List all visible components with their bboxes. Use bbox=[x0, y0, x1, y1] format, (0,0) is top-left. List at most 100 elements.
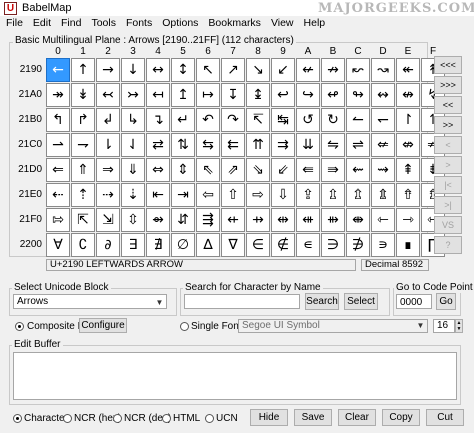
character-cell[interactable]: ∅ bbox=[171, 233, 195, 257]
ncr-dec-radio[interactable] bbox=[113, 414, 122, 423]
menu-tools[interactable]: Tools bbox=[86, 16, 121, 30]
home-button[interactable]: |< bbox=[434, 176, 462, 194]
character-cell[interactable]: ⇚ bbox=[296, 158, 320, 182]
character-cell[interactable]: ⇮ bbox=[396, 183, 420, 207]
chevron-down-icon[interactable]: ▼ bbox=[153, 295, 166, 310]
character-cell[interactable]: ↥ bbox=[171, 83, 195, 107]
character-cell[interactable]: ↖ bbox=[196, 58, 220, 82]
character-cell[interactable]: ⇵ bbox=[171, 208, 195, 232]
character-cell[interactable]: ⇈ bbox=[246, 133, 270, 157]
character-cell[interactable]: ∃ bbox=[121, 233, 145, 257]
character-cell[interactable]: ⇔ bbox=[146, 158, 170, 182]
next-button[interactable]: > bbox=[434, 156, 462, 174]
character-cell[interactable]: ∇ bbox=[221, 233, 245, 257]
next-block-button[interactable]: >> bbox=[434, 116, 462, 134]
previous-button[interactable]: < bbox=[434, 136, 462, 154]
character-cell[interactable]: ⇍ bbox=[371, 133, 395, 157]
composite-font-radio[interactable] bbox=[15, 322, 24, 331]
character-cell[interactable]: ⇫ bbox=[321, 183, 345, 207]
menu-fonts[interactable]: Fonts bbox=[121, 16, 157, 30]
character-cell[interactable]: ↰ bbox=[46, 108, 70, 132]
character-cell[interactable]: ↗ bbox=[221, 58, 245, 82]
character-cell[interactable]: ⇤ bbox=[146, 183, 170, 207]
character-cell[interactable]: ↨ bbox=[246, 83, 270, 107]
character-cell[interactable]: ↴ bbox=[146, 108, 170, 132]
search-input[interactable] bbox=[184, 294, 300, 309]
character-cell[interactable]: ⇽ bbox=[371, 208, 395, 232]
menu-edit[interactable]: Edit bbox=[28, 16, 56, 30]
character-cell[interactable]: ⇦ bbox=[196, 183, 220, 207]
character-cell[interactable]: ↾ bbox=[396, 108, 420, 132]
character-cell[interactable]: ⇶ bbox=[196, 208, 220, 232]
character-cell[interactable]: ⇼ bbox=[346, 208, 370, 232]
character-cell[interactable]: ↭ bbox=[371, 83, 395, 107]
character-cell[interactable]: ← bbox=[46, 58, 70, 82]
character-cell[interactable]: ⇡ bbox=[71, 183, 95, 207]
character-cell[interactable]: ∄ bbox=[146, 233, 170, 257]
ncr-hex-radio[interactable] bbox=[63, 414, 72, 423]
character-cell[interactable]: ⇓ bbox=[121, 158, 145, 182]
character-cell[interactable]: ↫ bbox=[321, 83, 345, 107]
character-cell[interactable]: ↹ bbox=[271, 108, 295, 132]
html-radio[interactable] bbox=[162, 414, 171, 423]
character-cell[interactable]: ⇘ bbox=[246, 158, 270, 182]
character-cell[interactable]: ⇋ bbox=[321, 133, 345, 157]
hide-button[interactable]: Hide bbox=[250, 409, 288, 426]
character-cell[interactable]: ↼ bbox=[346, 108, 370, 132]
single-font-radio[interactable] bbox=[180, 322, 189, 331]
character-cell[interactable]: ∎ bbox=[396, 233, 420, 257]
character-cell[interactable]: ⇬ bbox=[346, 183, 370, 207]
cut-button[interactable]: Cut bbox=[426, 409, 464, 426]
code-point-input[interactable]: 0000 bbox=[396, 294, 432, 309]
character-cell[interactable]: ↩ bbox=[271, 83, 295, 107]
character-cell[interactable]: → bbox=[96, 58, 120, 82]
character-cell[interactable]: ↧ bbox=[221, 83, 245, 107]
character-cell[interactable]: ↲ bbox=[96, 108, 120, 132]
go-button[interactable]: Go bbox=[436, 293, 456, 310]
character-cell[interactable]: ↻ bbox=[321, 108, 345, 132]
character-cell[interactable]: ↬ bbox=[346, 83, 370, 107]
font-size-input[interactable]: 16 bbox=[433, 319, 455, 333]
chevron-down-icon[interactable]: ▼ bbox=[414, 320, 427, 332]
character-cell[interactable]: ⇁ bbox=[71, 133, 95, 157]
character-cell[interactable]: ⇥ bbox=[171, 183, 195, 207]
character-cell[interactable]: ∋ bbox=[321, 233, 345, 257]
character-cell[interactable]: ⇰ bbox=[46, 208, 70, 232]
character-cell[interactable]: ⇃ bbox=[121, 133, 145, 157]
character-cell[interactable]: ⇺ bbox=[296, 208, 320, 232]
character-cell[interactable]: ⇇ bbox=[221, 133, 245, 157]
character-cell[interactable]: ⇄ bbox=[146, 133, 170, 157]
character-cell[interactable]: ↜ bbox=[346, 58, 370, 82]
font-size-spinner[interactable]: ▲ ▼ bbox=[455, 319, 463, 333]
character-cell[interactable]: ⇊ bbox=[296, 133, 320, 157]
character-cell[interactable]: ∍ bbox=[371, 233, 395, 257]
character-cell[interactable]: ↮ bbox=[396, 83, 420, 107]
unicode-block-select[interactable]: Arrows ▼ bbox=[13, 294, 167, 309]
character-cell[interactable]: ↡ bbox=[71, 83, 95, 107]
character-cell[interactable]: ↶ bbox=[196, 108, 220, 132]
character-cell[interactable]: ↠ bbox=[46, 83, 70, 107]
character-cell[interactable]: ↝ bbox=[371, 58, 395, 82]
character-cell[interactable]: ↑ bbox=[71, 58, 95, 82]
character-cell[interactable]: ↢ bbox=[96, 83, 120, 107]
menu-options[interactable]: Options bbox=[157, 16, 203, 30]
character-cell[interactable]: ↱ bbox=[71, 108, 95, 132]
character-cell[interactable]: ⇌ bbox=[346, 133, 370, 157]
character-cell[interactable]: ↺ bbox=[296, 108, 320, 132]
character-cell[interactable]: ⇾ bbox=[396, 208, 420, 232]
character-cell[interactable]: ⇜ bbox=[346, 158, 370, 182]
copy-button[interactable]: Copy bbox=[382, 409, 420, 426]
select-button[interactable]: Select bbox=[344, 293, 378, 310]
character-cell[interactable]: ↚ bbox=[296, 58, 320, 82]
search-button[interactable]: Search bbox=[305, 293, 339, 310]
character-cell[interactable]: ⇞ bbox=[396, 158, 420, 182]
variation-selector-button[interactable]: VS bbox=[434, 216, 462, 234]
character-cell[interactable]: ⇣ bbox=[121, 183, 145, 207]
character-cell[interactable]: ∌ bbox=[346, 233, 370, 257]
first-page-button[interactable]: <<< bbox=[434, 56, 462, 74]
character-cell[interactable]: ↛ bbox=[321, 58, 345, 82]
character-cell[interactable]: ↦ bbox=[196, 83, 220, 107]
character-cell[interactable]: ⇻ bbox=[321, 208, 345, 232]
character-cell[interactable]: ↷ bbox=[221, 108, 245, 132]
character-cell[interactable]: ↵ bbox=[171, 108, 195, 132]
